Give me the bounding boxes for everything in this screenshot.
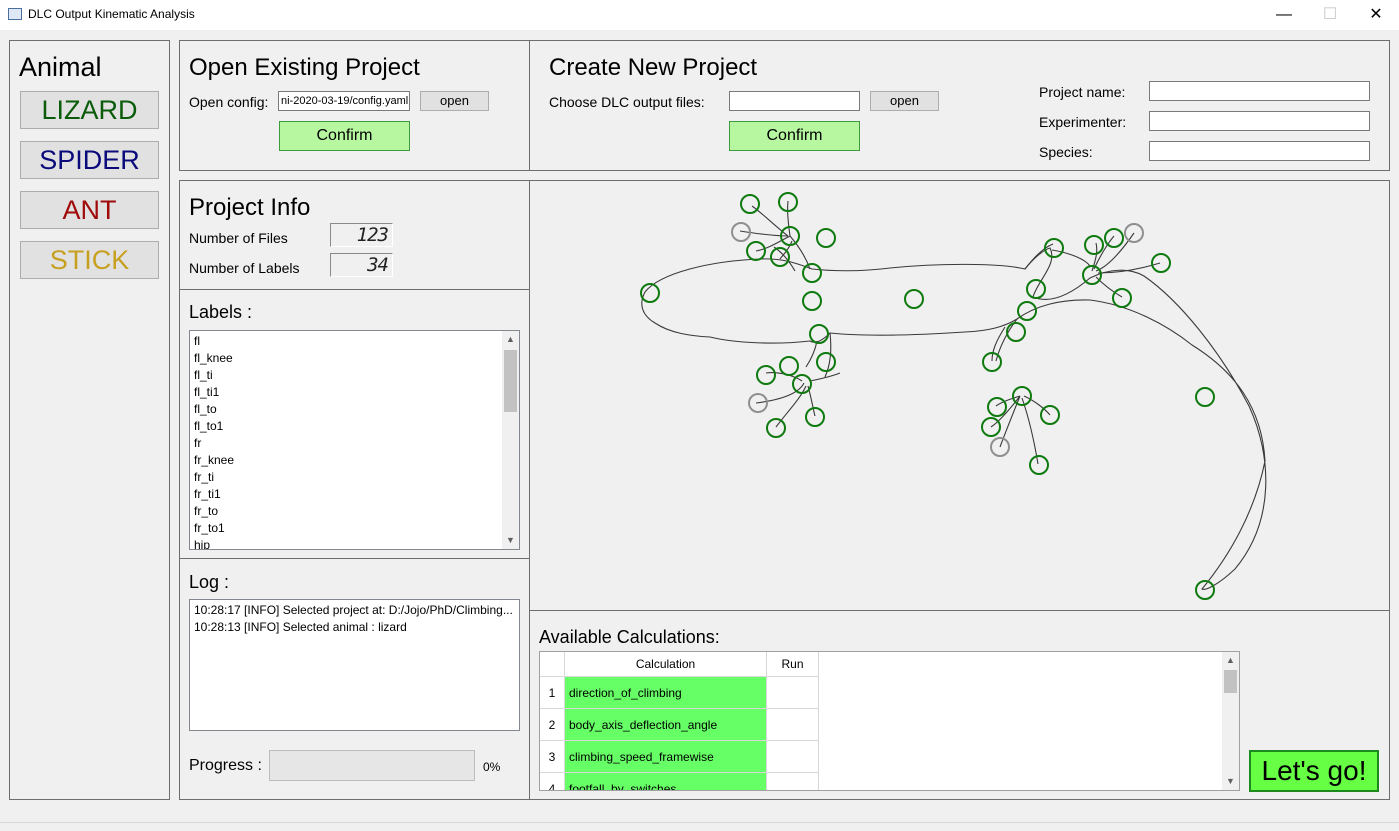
number-of-labels-label: Number of Labels [189, 260, 300, 276]
lets-go-button[interactable]: Let's go! [1249, 750, 1379, 792]
progress-label: Progress : [189, 757, 262, 774]
lizard-skeleton-image [640, 192, 1267, 600]
list-item[interactable]: fl_ti [190, 367, 519, 384]
list-item[interactable]: fl_knee [190, 350, 519, 367]
config-path-field[interactable]: ni-2020-03-19/config.yaml [278, 91, 410, 111]
open-config-label: Open config: [189, 94, 269, 110]
calculations-table: Calculation Run 1 direction_of_climbing … [540, 652, 819, 790]
list-item[interactable]: fl_to1 [190, 418, 519, 435]
list-item[interactable]: fl_ti1 [190, 384, 519, 401]
row-number: 2 [540, 708, 565, 741]
open-project-heading: Open Existing Project [189, 54, 420, 81]
close-button[interactable]: ✕ [1353, 0, 1399, 30]
stick-button[interactable]: STICK [20, 241, 159, 279]
open-files-button[interactable]: open [870, 91, 939, 111]
scroll-down-icon[interactable]: ▼ [502, 532, 519, 549]
labels-list[interactable]: fl fl_knee fl_ti fl_ti1 fl_to fl_to1 fr … [189, 330, 520, 550]
progress-bar [269, 750, 475, 781]
project-name-label: Project name: [1039, 84, 1126, 100]
animal-heading: Animal [19, 52, 102, 82]
run-cell[interactable] [766, 708, 819, 741]
new-project-heading: Create New Project [549, 54, 758, 81]
progress-percent: 0% [483, 760, 501, 774]
open-config-button[interactable]: open [420, 91, 489, 111]
skeleton-panel [529, 180, 1390, 611]
table-corner [540, 652, 565, 677]
table-row[interactable]: 4 footfall_by_switches [540, 772, 819, 790]
species-field[interactable] [1149, 141, 1370, 161]
table-row[interactable]: 3 climbing_speed_framewise [540, 740, 819, 773]
experimenter-label: Experimenter: [1039, 114, 1127, 130]
calculation-name[interactable]: climbing_speed_framewise [564, 740, 767, 773]
labels-heading: Labels : [189, 302, 253, 322]
list-item[interactable]: fr_to [190, 503, 519, 520]
list-item[interactable]: hip [190, 537, 519, 549]
log-line: 10:28:17 [INFO] Selected project at: D:/… [194, 603, 513, 617]
title-bar: DLC Output Kinematic Analysis — ☐ ✕ [0, 0, 1399, 30]
table-row[interactable]: 1 direction_of_climbing [540, 676, 819, 709]
row-number: 3 [540, 740, 565, 773]
scroll-thumb[interactable] [504, 350, 517, 412]
scroll-up-icon[interactable]: ▲ [502, 331, 519, 348]
list-item[interactable]: fr [190, 435, 519, 452]
calculations-heading: Available Calculations: [539, 627, 720, 647]
choose-files-label: Choose DLC output files: [549, 94, 705, 110]
calculation-name[interactable]: body_axis_deflection_angle [564, 708, 767, 741]
run-column-header[interactable]: Run [766, 652, 819, 677]
list-item[interactable]: fl_to [190, 401, 519, 418]
calculations-table-frame[interactable]: Calculation Run 1 direction_of_climbing … [539, 651, 1240, 791]
list-item[interactable]: fl [190, 333, 519, 350]
status-bar [0, 822, 1399, 831]
list-item[interactable]: fr_ti1 [190, 486, 519, 503]
labels-count-display: 34 [330, 253, 393, 277]
run-cell[interactable] [766, 772, 819, 790]
dlc-files-field[interactable] [729, 91, 860, 111]
list-item[interactable]: fr_knee [190, 452, 519, 469]
experimenter-field[interactable] [1149, 111, 1370, 131]
log-box: 10:28:17 [INFO] Selected project at: D:/… [189, 599, 520, 731]
scroll-down-icon[interactable]: ▼ [1222, 773, 1239, 790]
log-heading: Log : [189, 572, 230, 592]
run-cell[interactable] [766, 676, 819, 709]
list-item[interactable]: fr_to1 [190, 520, 519, 537]
minimize-button[interactable]: — [1261, 0, 1307, 30]
table-row[interactable]: 2 body_axis_deflection_angle [540, 708, 819, 741]
calculations-scrollbar[interactable]: ▲ ▼ [1222, 652, 1239, 790]
project-name-field[interactable] [1149, 81, 1370, 101]
log-line: 10:28:13 [INFO] Selected animal : lizard [194, 620, 407, 634]
species-label: Species: [1039, 144, 1093, 160]
spider-button[interactable]: SPIDER [20, 141, 159, 179]
calculation-name[interactable]: footfall_by_switches [564, 772, 767, 790]
scroll-thumb[interactable] [1224, 670, 1237, 693]
run-cell[interactable] [766, 740, 819, 773]
calculation-column-header[interactable]: Calculation [564, 652, 767, 677]
scroll-up-icon[interactable]: ▲ [1222, 652, 1239, 669]
maximize-button[interactable]: ☐ [1307, 0, 1353, 30]
labels-scrollbar[interactable]: ▲ ▼ [502, 331, 519, 549]
list-item[interactable]: fr_ti [190, 469, 519, 486]
window-title: DLC Output Kinematic Analysis [28, 7, 195, 21]
number-of-files-label: Number of Files [189, 230, 288, 246]
confirm-open-button[interactable]: Confirm [279, 121, 410, 151]
calculation-name[interactable]: direction_of_climbing [564, 676, 767, 709]
ant-button[interactable]: ANT [20, 191, 159, 229]
lizard-button[interactable]: LIZARD [20, 91, 159, 129]
row-number: 4 [540, 772, 565, 790]
files-count-display: 123 [330, 223, 393, 247]
project-info-heading: Project Info [189, 194, 311, 221]
app-icon [8, 8, 22, 20]
row-number: 1 [540, 676, 565, 709]
confirm-new-button[interactable]: Confirm [729, 121, 860, 151]
